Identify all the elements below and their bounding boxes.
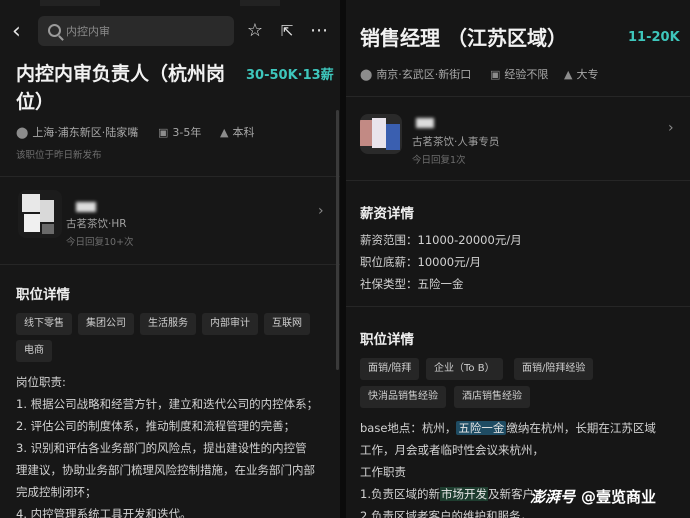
highlight[interactable]: 五险一金: [456, 421, 507, 435]
divider: [346, 96, 690, 97]
status-bar-fragment: [240, 0, 280, 6]
divider: [0, 176, 340, 177]
experience: ▣ 3-5年: [158, 126, 202, 139]
briefcase-icon: ▣: [158, 126, 169, 139]
body-line: 工作职责: [360, 465, 406, 479]
body-line: 工作，月会或者临时性会议来杭州，: [360, 443, 544, 457]
body-line: 1.负责区域的新市场开发及新客户: [360, 487, 534, 501]
avatar-pixel: [24, 214, 40, 232]
body-line: 1. 根据公司战略和经营方针，建立和迭代公司的内控体系；: [16, 397, 319, 411]
avatar: [18, 190, 62, 238]
job-title: 内控内审负责人（杭州岗位）: [16, 63, 226, 113]
watermark-brand: 澎湃号: [530, 488, 576, 506]
body-line: 2. 评估公司的制度体系，推动制度和流程管理的完善；: [16, 419, 296, 433]
tag: 企业（To B）: [426, 358, 503, 380]
avatar-pixel: [386, 124, 400, 150]
salary-section-title: 薪资详情: [360, 206, 414, 222]
chevron-right-icon[interactable]: ›: [318, 203, 324, 219]
star-icon[interactable]: ☆: [244, 20, 266, 42]
more-icon[interactable]: ⋯: [308, 20, 330, 42]
tag: 面销/陪拜经验: [514, 358, 594, 380]
chevron-right-icon[interactable]: ›: [668, 120, 674, 136]
salary: 11-20K: [628, 30, 680, 45]
search-icon: [48, 24, 61, 37]
location: ⬤ 上海·浦东新区·陆家嘴: [16, 126, 139, 139]
tag: 内部审计: [202, 313, 258, 335]
recruiter-name-blurred: [76, 202, 96, 212]
avatar-pixel: [360, 120, 372, 146]
posted-note: 该职位于昨日新发布: [16, 150, 102, 161]
body-line: 完成控制闭环；: [16, 485, 97, 499]
recruiter-reply: 今日回复1次: [412, 155, 466, 166]
avatar: [360, 114, 402, 154]
location: ⬤ 南京·玄武区·新街口: [360, 68, 472, 81]
graduation-icon: ▲: [564, 68, 573, 81]
status-bar-fragment: [40, 0, 100, 6]
right-screenshot-panel: 销售经理 （江苏区域） 11-20K ⬤ 南京·玄武区·新街口 ▣ 经验不限 ▲ 大专…: [346, 0, 690, 518]
body-line: base地点：杭州， 五险一金 缴纳在杭州，长期在江苏区域: [360, 421, 656, 435]
scrollbar[interactable]: [336, 110, 339, 370]
tag: 互联网: [264, 313, 310, 335]
salary: 30-50K·13薪: [246, 68, 334, 83]
tag: 电商: [16, 340, 52, 362]
avatar-pixel: [372, 118, 386, 148]
watermark-account: @壹览商业: [581, 488, 657, 506]
avatar-pixel: [40, 200, 54, 222]
location-icon: ⬤: [16, 126, 29, 139]
back-icon[interactable]: ‹: [12, 20, 32, 44]
divider: [346, 306, 690, 307]
education: ▲ 大专: [564, 68, 599, 81]
watermark: 澎湃号 @壹览商业: [530, 486, 656, 507]
recruiter-company-role: 古茗茶饮·HR: [66, 218, 127, 230]
briefcase-icon: ▣: [490, 68, 501, 81]
avatar-pixel: [42, 224, 54, 234]
top-bar: ‹ 内控内审 ☆ ⇱ ⋯: [0, 14, 340, 50]
body-line: 理建议，协助业务部门梳理风险控制措施，在业务部门内部: [16, 463, 315, 477]
body-line: 2.负责区域老客户的维护和服务，: [360, 509, 532, 518]
section-title: 职位详情: [16, 287, 70, 303]
divider: [346, 180, 690, 181]
search-input[interactable]: 内控内审: [38, 16, 234, 46]
recruiter-reply: 今日回复10+次: [66, 237, 134, 248]
highlight[interactable]: 市场开发: [439, 487, 488, 501]
job-title: 销售经理 （江苏区域）: [360, 26, 567, 50]
tag: 集团公司: [78, 313, 134, 335]
recruiter-name-blurred: [416, 118, 434, 128]
salary-range: 薪资范围：11000-20000元/月: [360, 233, 522, 247]
tag: 面销/陪拜: [360, 358, 420, 380]
body-line: 4. 内控管理系统工具开发和迭代。: [16, 507, 192, 518]
education: ▲ 本科: [220, 126, 255, 139]
base-salary: 职位底薪：10000元/月: [360, 255, 481, 269]
tag: 酒店销售经验: [454, 386, 530, 408]
divider: [0, 264, 340, 265]
location-icon: ⬤: [360, 68, 373, 81]
recruiter-company-role: 古茗茶饮·人事专员: [412, 136, 500, 148]
left-screenshot-panel: ‹ 内控内审 ☆ ⇱ ⋯ 内控内审负责人（杭州岗位） 30-50K·13薪 ⬤ 上…: [0, 0, 340, 518]
tag: 线下零售: [16, 313, 72, 335]
share-icon[interactable]: ⇱: [276, 20, 298, 42]
avatar-pixel: [22, 194, 40, 212]
tag: 快消品销售经验: [360, 386, 446, 408]
search-placeholder: 内控内审: [66, 25, 110, 38]
body-line: 岗位职责:: [16, 375, 66, 389]
section-title: 职位详情: [360, 332, 414, 348]
graduation-icon: ▲: [220, 126, 229, 139]
insurance-type: 社保类型：五险一金: [360, 277, 464, 291]
body-line: 3. 识别和评估各业务部门的风险点，提出建设性的内控管: [16, 441, 307, 455]
tag: 生活服务: [140, 313, 196, 335]
experience: ▣ 经验不限: [490, 68, 549, 81]
